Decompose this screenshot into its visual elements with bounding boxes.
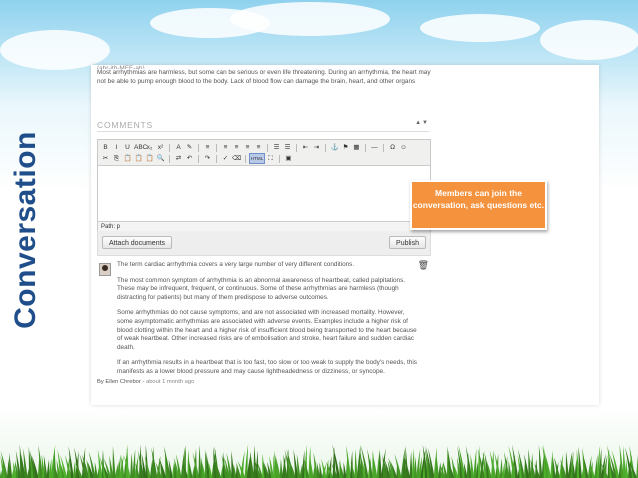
attach-documents-button[interactable]: Attach documents — [102, 236, 173, 249]
cloud — [0, 30, 110, 70]
toolbar-button-icon[interactable]: ✓ — [221, 154, 230, 163]
comment-paragraph: Some arrhythmias do not cause symptoms, … — [117, 309, 417, 351]
discussion-panel: (ahr-ith-MEE-ah) Most arrhythmias are ha… — [91, 65, 599, 405]
toolbar-separator — [216, 154, 217, 163]
grass-blade — [132, 448, 136, 478]
comment-body: The term cardiac arrhythmia covers a ver… — [117, 261, 417, 384]
toolbar-button-icon[interactable]: ≡ — [254, 143, 263, 152]
toolbar-button-icon[interactable]: — — [370, 143, 379, 152]
toolbar-button-icon[interactable]: x₂ — [145, 143, 154, 152]
slide-title: Conversation — [9, 131, 42, 329]
grass-border — [0, 442, 638, 478]
comment-paragraph: The most common symptom of arrhythmia is… — [117, 276, 406, 301]
toolbar-button-icon[interactable]: ✂ — [101, 154, 110, 163]
toolbar-separator — [198, 143, 199, 152]
toolbar-separator — [365, 143, 366, 152]
grass-blade — [565, 450, 569, 478]
grass-blade — [319, 462, 323, 478]
toolbar-separator — [169, 143, 170, 152]
comment-date: about 1 month ago — [145, 379, 195, 385]
comment-byline: By Ellen Chrebor - about 1 month ago — [97, 379, 195, 385]
grass-blade — [499, 458, 503, 478]
toolbar-button-icon[interactable]: 🔍 — [156, 154, 165, 163]
cloud — [230, 2, 390, 36]
collapse-arrows-icon[interactable]: ▲▼ — [415, 120, 429, 126]
callout-text: Members can join the conversation, ask q… — [412, 188, 545, 210]
toolbar-button-icon[interactable]: ▦ — [352, 143, 361, 152]
toolbar-button-icon[interactable]: ☺ — [399, 143, 408, 152]
comments-heading: COMMENTS ▲▼ — [97, 120, 429, 130]
cloud — [420, 14, 540, 42]
toolbar-row: ✂ ⎘ 📋 📋 📋 🔍 ⇄ ↶ ↷ ✓ ⌫ HTML ⛶ ▣ — [101, 153, 427, 164]
toolbar-button-icon[interactable]: ≡ — [221, 143, 230, 152]
toolbar-button-icon[interactable]: ⚓ — [330, 143, 339, 152]
cloud — [540, 20, 638, 60]
toolbar-button-icon[interactable]: ≡ — [232, 143, 241, 152]
grass-blade — [321, 459, 327, 478]
toolbar-separator — [279, 154, 280, 163]
toolbar-button-icon[interactable]: ⇤ — [301, 143, 310, 152]
toolbar-button-icon[interactable]: x² — [156, 143, 165, 152]
comment-paragraph: The term cardiac arrhythmia covers a ver… — [117, 261, 355, 268]
toolbar-button-icon[interactable]: B — [101, 143, 110, 152]
grass-blade — [538, 444, 543, 478]
grass-blade — [367, 448, 373, 478]
grass-blade — [112, 445, 116, 478]
comment-author[interactable]: By Ellen Chrebor — [97, 379, 141, 385]
toolbar-button-icon[interactable]: ⎘ — [112, 154, 121, 163]
toolbar-button-icon[interactable]: ⛶ — [266, 154, 275, 163]
editor-button-bar: Attach documents Publish — [97, 231, 431, 256]
toolbar-row: B I U ABC x₂ x² A ✎ ≡ ≡ ≡ ≡ ≡ ☰ ☰ ⇤ ⇥ ⚓ ⚑ ▦ — Ω ☺ — [101, 142, 427, 153]
toolbar-button-icon[interactable]: ↶ — [185, 154, 194, 163]
grass-blade — [354, 448, 358, 478]
toolbar-button-icon[interactable]: 📋 — [145, 154, 154, 163]
editor-toolbar: B I U ABC x₂ x² A ✎ ≡ ≡ ≡ ≡ ≡ ☰ ☰ ⇤ ⇥ ⚓ ⚑ ▦ — Ω ☺ ✂ ⎘ 📋 📋 📋 🔍 ⇄ ↶ ↷ ✓ ⌫ H… — [98, 140, 430, 166]
comments-heading-label: COMMENTS — [97, 120, 153, 130]
trash-icon[interactable]: 🗑 — [418, 261, 429, 270]
toolbar-separator — [245, 154, 246, 163]
grass-blade — [473, 448, 477, 478]
toolbar-button-icon[interactable]: 📋 — [123, 154, 132, 163]
toolbar-button-icon[interactable]: ≡ — [243, 143, 252, 152]
article-intro: (ahr-ith-MEE-ah) Most arrhythmias are ha… — [97, 65, 432, 86]
toolbar-button-icon[interactable]: ≡ — [203, 143, 212, 152]
toolbar-separator — [169, 154, 170, 163]
publish-button[interactable]: Publish — [389, 236, 426, 249]
toolbar-button-icon[interactable]: ▣ — [284, 154, 293, 163]
toolbar-separator — [383, 143, 384, 152]
toolbar-button-icon[interactable]: 📋 — [134, 154, 143, 163]
toolbar-button-icon[interactable]: ⇥ — [312, 143, 321, 152]
toolbar-button-icon[interactable]: ABC — [134, 143, 147, 152]
avatar — [99, 263, 111, 276]
grass-blade — [552, 457, 556, 478]
grass-blade — [296, 454, 301, 478]
toolbar-separator — [267, 143, 268, 152]
grass-blade — [436, 454, 439, 478]
grass-blade — [508, 460, 512, 478]
toolbar-button-icon[interactable]: ✎ — [185, 143, 194, 152]
toolbar-button-icon[interactable]: ⇄ — [174, 154, 183, 163]
toolbar-button-icon[interactable]: ☰ — [272, 143, 281, 152]
toolbar-separator — [325, 143, 326, 152]
divider — [97, 131, 429, 132]
toolbar-button-icon[interactable]: ⌫ — [232, 154, 241, 163]
toolbar-button-icon[interactable]: U — [123, 143, 132, 152]
toolbar-button-icon[interactable]: HTML — [249, 153, 265, 164]
toolbar-button-icon[interactable]: Ω — [388, 143, 397, 152]
toolbar-button-icon[interactable]: I — [112, 143, 121, 152]
grass-blade — [9, 452, 13, 478]
toolbar-separator — [198, 154, 199, 163]
comment-paragraph: If an arrhythmia results in a heartbeat … — [117, 359, 417, 375]
toolbar-separator — [296, 143, 297, 152]
rich-text-editor[interactable]: B I U ABC x₂ x² A ✎ ≡ ≡ ≡ ≡ ≡ ☰ ☰ ⇤ ⇥ ⚓ ⚑ ▦ — Ω ☺ ✂ ⎘ 📋 📋 📋 🔍 ⇄ ↶ ↷ ✓ ⌫ H… — [97, 139, 431, 233]
toolbar-button-icon[interactable]: ☰ — [283, 143, 292, 152]
toolbar-separator — [216, 143, 217, 152]
intro-text: Most arrhythmias are harmless, but some … — [97, 69, 431, 85]
comment-text-area[interactable] — [98, 166, 430, 218]
callout-box: Members can join the conversation, ask q… — [410, 180, 547, 230]
toolbar-button-icon[interactable]: ⚑ — [341, 143, 350, 152]
toolbar-button-icon[interactable]: A — [174, 143, 183, 152]
toolbar-button-icon[interactable]: ↷ — [203, 154, 212, 163]
